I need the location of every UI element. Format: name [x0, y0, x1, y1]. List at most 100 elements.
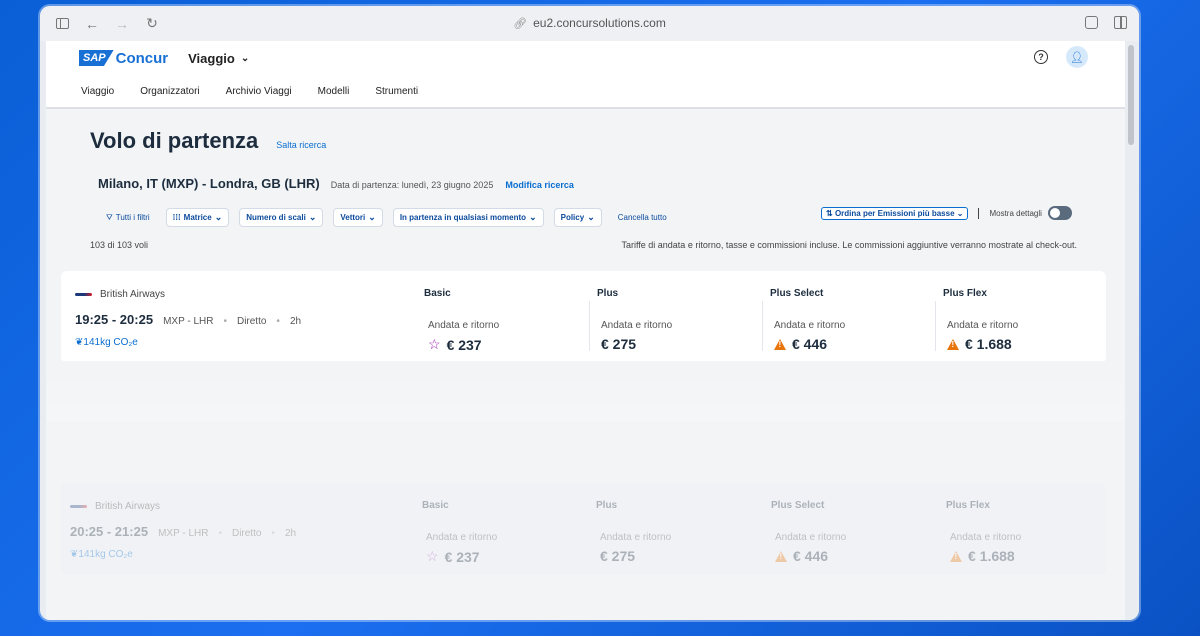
carriers-dropdown[interactable]: Vettori ⌄ — [333, 208, 383, 227]
chevron-down-icon: ⌄ — [214, 212, 223, 222]
separator-dot: • — [223, 316, 227, 327]
warning-icon — [950, 550, 962, 562]
fare-price: € 237 — [446, 336, 482, 353]
address-bar[interactable]: 🔗︎ eu2.concursolutions.com — [40, 16, 1139, 30]
policy-label: Policy — [560, 213, 585, 222]
fare-option-plus-flex[interactable]: Plus Flex Andata e ritorno € 1.688 — [938, 483, 1106, 575]
divider — [762, 301, 763, 351]
fare-sub: Andata e ritorno — [426, 532, 498, 543]
fare-price: € 1.688 — [968, 548, 1015, 564]
fare-name: Plus Flex — [946, 500, 990, 511]
concur-logo[interactable]: SAP Concur — [79, 50, 168, 67]
stops-label: Numero di scali — [246, 213, 306, 222]
separator-dot: • — [276, 316, 280, 327]
user-avatar-icon[interactable]: 👤︎ — [1066, 46, 1088, 68]
fare-price: € 1.688 — [965, 336, 1012, 352]
chevron-down-icon: ⌄ — [308, 212, 317, 222]
fare-sub: Andata e ritorno — [775, 532, 847, 543]
lock-icon: 🔗︎ — [513, 18, 528, 30]
app-switcher-label: Viaggio — [188, 50, 235, 66]
flight-route: MXP - LHR — [158, 528, 209, 539]
fare-sub: Andata e ritorno — [600, 532, 672, 543]
fare-sub: Andata e ritorno — [774, 320, 846, 331]
co2-emissions[interactable]: 141kg CO₂e — [83, 337, 137, 348]
fare-price: € 446 — [793, 548, 829, 564]
split-view-icon[interactable] — [1114, 16, 1127, 29]
fare-option-plus[interactable]: Plus Andata e ritorno € 275 — [588, 483, 761, 575]
fare-sub: Andata e ritorno — [950, 532, 1022, 543]
fare-name: Basic — [422, 500, 449, 511]
airline-logo — [75, 293, 92, 296]
url-text: eu2.concursolutions.com — [533, 16, 666, 30]
star-icon: ☆ — [428, 336, 441, 352]
grid-icon: ⁞⁞⁞ — [172, 213, 181, 222]
airline-name: British Airways — [95, 501, 161, 512]
chevron-down-icon: ⌄ — [587, 212, 595, 222]
fare-option-plus-select[interactable]: Plus Select Andata e ritorno € 446 — [763, 483, 936, 575]
sort-icon: ⇅ — [826, 208, 833, 218]
flight-card[interactable]: British Airways 20:25 - 21:25 MXP - LHR … — [61, 483, 1106, 575]
divider — [935, 301, 936, 351]
fare-sub: Andata e ritorno — [601, 320, 673, 331]
matrix-dropdown[interactable]: ⁞⁞⁞ Matrice ⌄ — [165, 208, 230, 227]
airline-name: British Airways — [100, 289, 166, 300]
clear-all-label: Cancella tutto — [617, 213, 667, 222]
reader-icon[interactable] — [1085, 16, 1098, 29]
departure-time-dropdown[interactable]: In partenza in qualsiasi momento ⌄ — [392, 208, 544, 227]
flight-stops: Diretto — [231, 528, 262, 539]
sort-label: Ordina per Emissioni più basse — [834, 208, 955, 218]
nav-item-organizzatori[interactable]: Organizzatori — [140, 86, 199, 97]
flight-duration: 2h — [289, 316, 302, 327]
clear-all-button[interactable]: Cancella tutto — [612, 210, 673, 225]
show-details-toggle[interactable] — [1047, 206, 1072, 220]
scrollbar-thumb[interactable] — [1128, 45, 1134, 145]
nav-item-modelli[interactable]: Modelli — [318, 86, 350, 97]
nav-item-viaggio[interactable]: Viaggio — [81, 86, 114, 97]
separator-dot: • — [218, 528, 222, 539]
app-switcher[interactable]: Viaggio ⌄ — [188, 51, 249, 66]
browser-toolbar: ← → ↻ 🔗︎ eu2.concursolutions.com — [40, 6, 1139, 41]
page-title: Volo di partenza — [90, 128, 259, 153]
nav-item-strumenti[interactable]: Strumenti — [375, 86, 418, 97]
all-filters-button[interactable]: ⛛ Tutti i filtri — [100, 210, 156, 226]
warning-icon — [775, 550, 787, 562]
skip-search-link[interactable]: Salta ricerca — [276, 140, 326, 150]
separator-dot: • — [271, 528, 275, 539]
chevron-down-icon: ⌄ — [529, 212, 537, 222]
fare-option-basic[interactable]: Basic Andata e ritorno ☆ € 237 — [414, 483, 586, 575]
star-icon: ☆ — [426, 548, 439, 564]
fare-name: Basic — [424, 288, 451, 299]
main-nav: Viaggio Organizzatori Archivio Viaggi Mo… — [46, 75, 1125, 109]
fare-sub: Andata e ritorno — [428, 320, 500, 331]
airline-logo — [70, 505, 87, 508]
chevron-down-icon: ⌄ — [368, 212, 376, 222]
warning-icon — [774, 338, 786, 350]
fare-price: € 446 — [792, 336, 828, 352]
help-icon[interactable]: ? — [1034, 50, 1048, 64]
all-filters-label: Tutti i filtri — [115, 213, 150, 222]
fare-option-plus-flex[interactable]: Plus Flex Andata e ritorno € 1.688 — [935, 271, 1106, 363]
fare-note: Tariffe di andata e ritorno, tasse e com… — [621, 240, 1077, 250]
co2-emissions[interactable]: 141kg CO₂e — [78, 549, 132, 560]
sort-controls: ⇅ Ordina per Emissioni più basse ⌄ Mostr… — [821, 206, 1072, 220]
fare-option-plus[interactable]: Plus Andata e ritorno € 275 — [589, 271, 762, 363]
fare-name: Plus — [597, 288, 619, 299]
results-count: 103 di 103 voli — [90, 240, 149, 250]
fare-option-plus-select[interactable]: Plus Select Andata e ritorno € 446 — [762, 271, 935, 363]
fare-price: € 275 — [601, 336, 637, 352]
carriers-label: Vettori — [340, 213, 366, 222]
flight-card[interactable]: British Airways 19:25 - 20:25 MXP - LHR … — [61, 271, 1106, 363]
filter-icon: ⛛ — [106, 212, 113, 222]
loading-fade — [46, 361, 1125, 421]
sort-dropdown[interactable]: ⇅ Ordina per Emissioni più basse ⌄ — [821, 206, 969, 220]
fare-price: € 275 — [600, 548, 636, 564]
fare-option-basic[interactable]: Basic Andata e ritorno ☆ € 237 — [416, 271, 588, 363]
policy-dropdown[interactable]: Policy ⌄ — [553, 208, 602, 227]
warning-icon — [947, 338, 959, 350]
divider — [589, 301, 590, 351]
stops-dropdown[interactable]: Numero di scali ⌄ — [239, 208, 324, 227]
nav-item-archivio-viaggi[interactable]: Archivio Viaggi — [226, 86, 292, 97]
departure-time-label: In partenza in qualsiasi momento — [399, 213, 527, 222]
page-scrollbar[interactable] — [1127, 41, 1135, 620]
modify-search-link[interactable]: Modifica ricerca — [505, 180, 574, 190]
